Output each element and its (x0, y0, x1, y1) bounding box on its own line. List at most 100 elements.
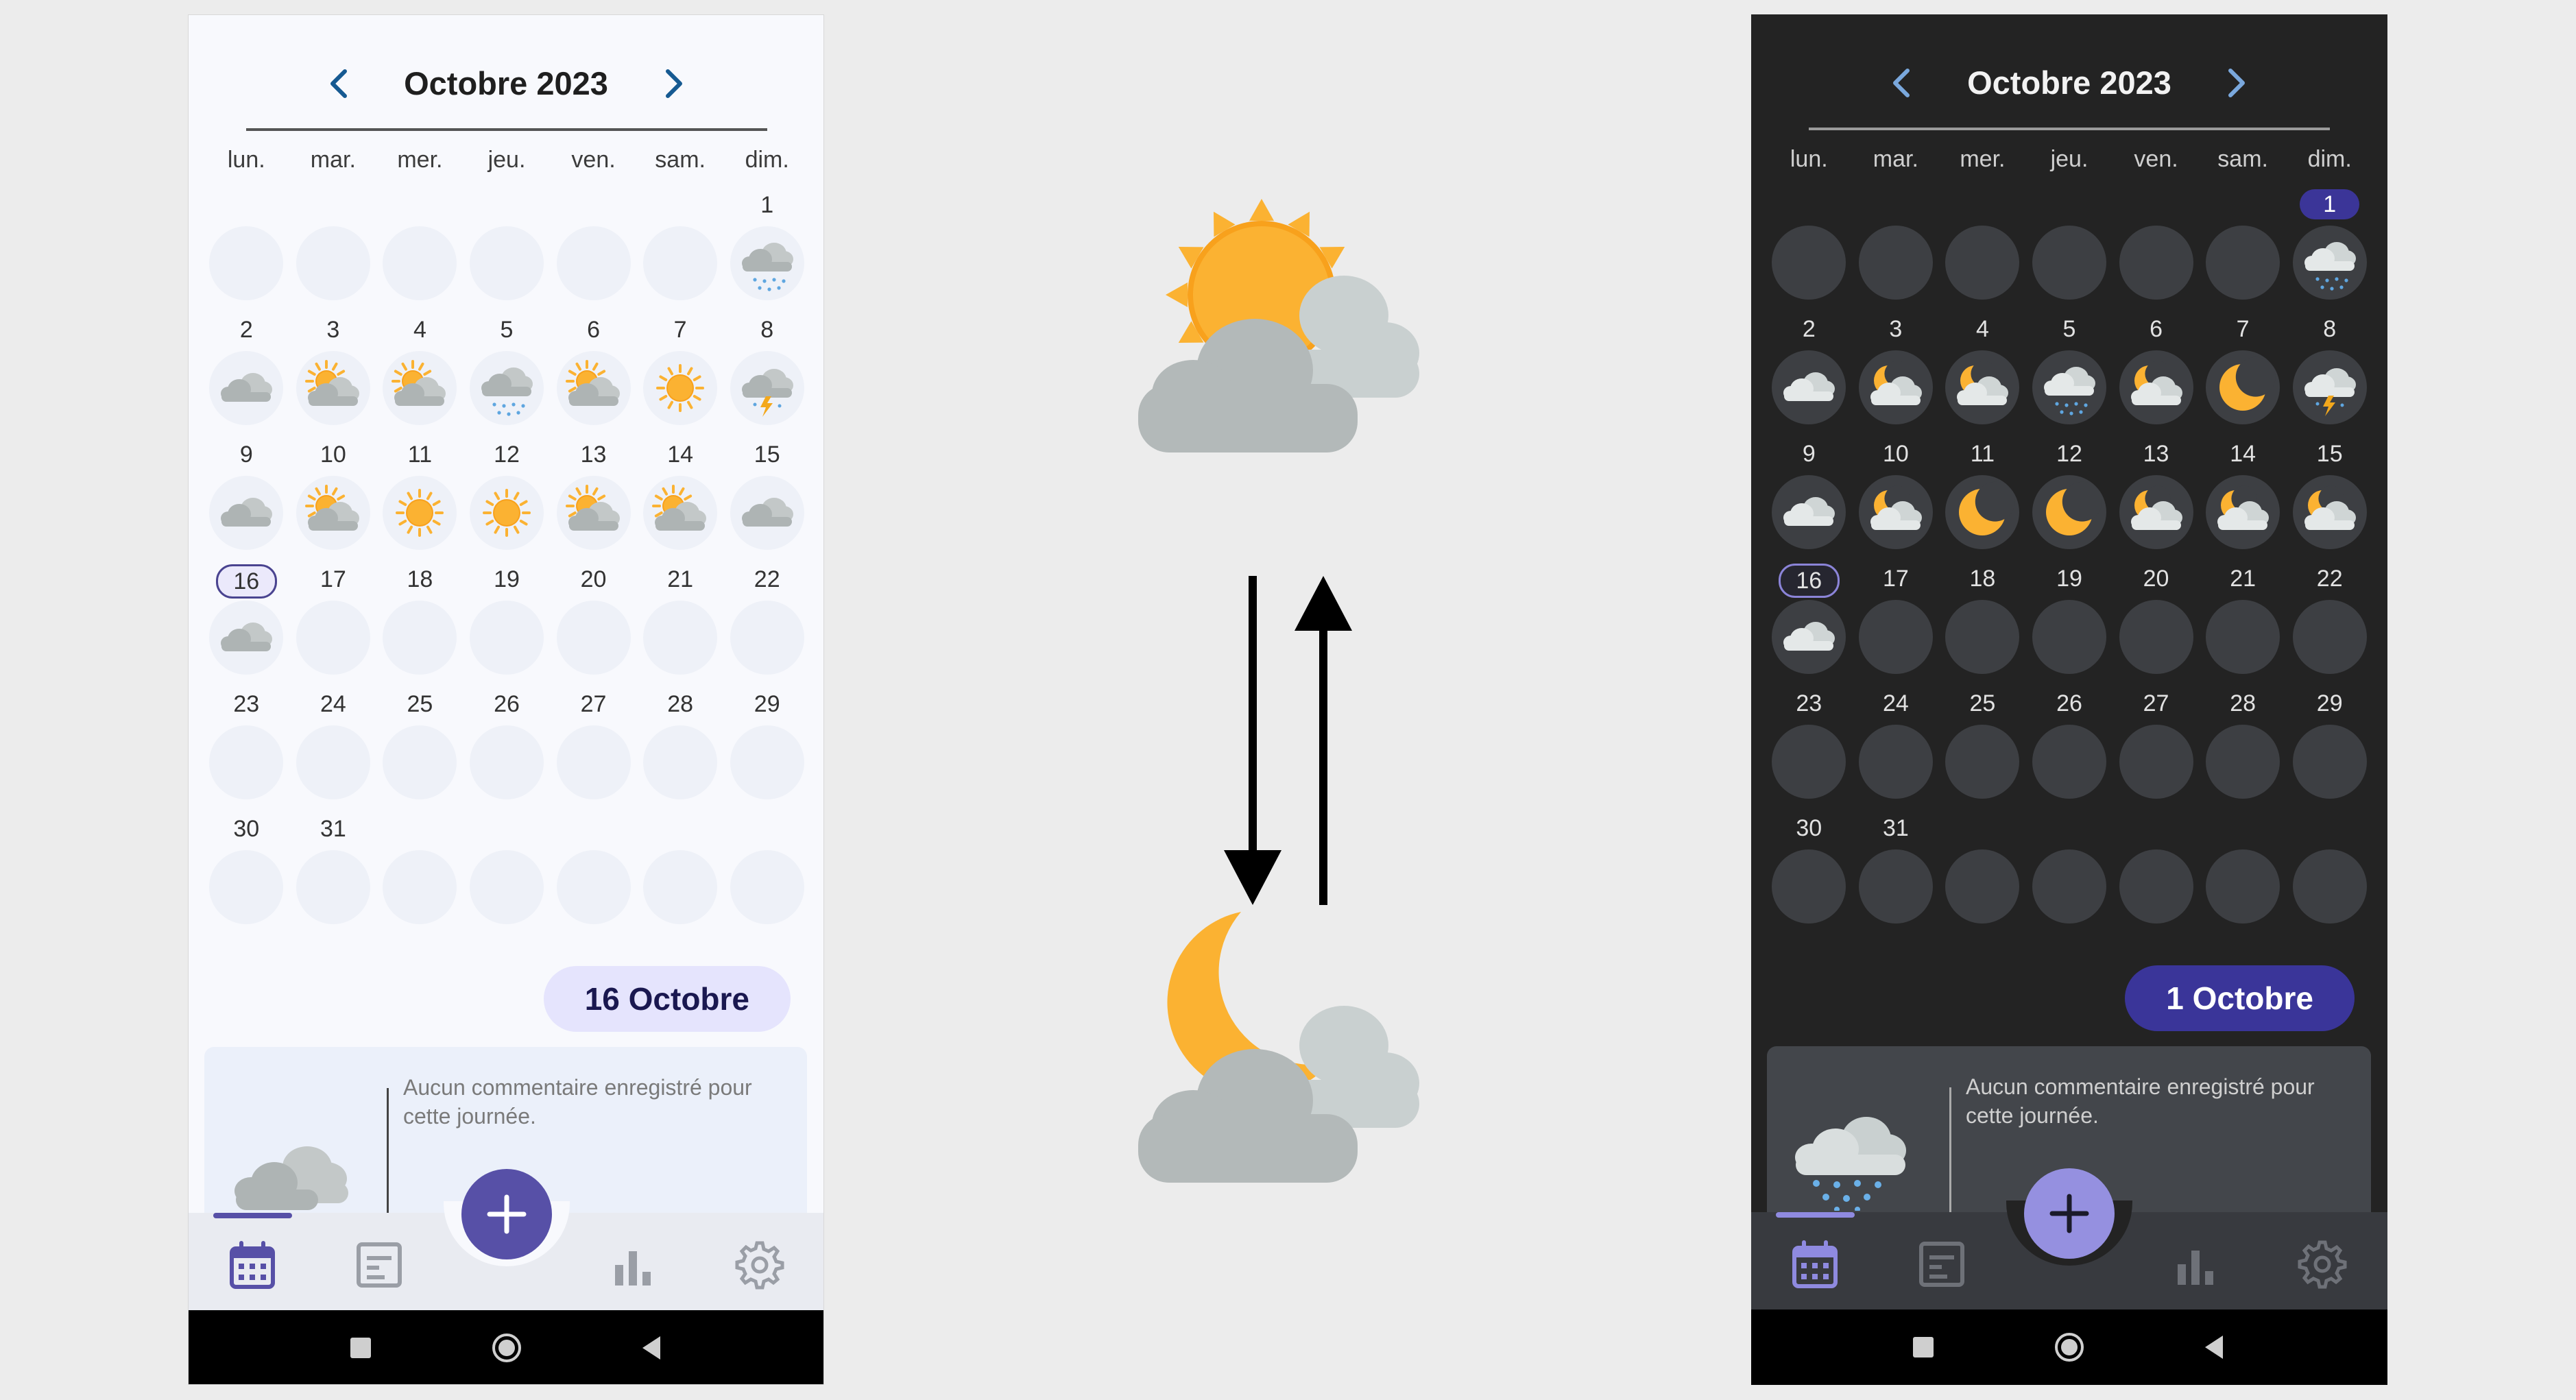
day-cell[interactable]: 5 (2026, 314, 2113, 439)
day-cell[interactable]: 31 (290, 814, 377, 939)
stats-tab[interactable] (2168, 1237, 2223, 1292)
day-cell[interactable]: 19 (464, 564, 551, 689)
calendar-tab[interactable] (1787, 1237, 1842, 1292)
day-cell[interactable]: 3 (290, 315, 377, 439)
partly-weather-icon (392, 360, 446, 406)
day-cell[interactable]: 20 (550, 564, 637, 689)
day-cell[interactable]: 18 (1939, 564, 2026, 688)
day-cell[interactable]: 6 (2112, 314, 2200, 439)
day-cell[interactable]: 30 (1766, 813, 1853, 938)
day-cell[interactable]: 24 (1853, 688, 1940, 813)
weather-slot (2119, 350, 2193, 424)
day-cell[interactable]: 22 (2286, 564, 2373, 688)
day-cell[interactable]: 26 (464, 689, 551, 814)
day-cell[interactable]: 23 (1766, 688, 1853, 813)
day-cell[interactable]: 2 (1766, 314, 1853, 439)
day-cell[interactable]: 10 (1853, 439, 1940, 564)
day-cell[interactable]: 5 (464, 315, 551, 439)
cloudy-weather-icon (1783, 497, 1835, 526)
day-cell[interactable]: 31 (1853, 813, 1940, 938)
home-button[interactable] (490, 1331, 524, 1365)
day-cell[interactable]: 1 (2286, 189, 2373, 314)
day-cell[interactable]: 28 (2200, 688, 2287, 813)
day-cell[interactable]: 23 (203, 689, 290, 814)
sun-weather-icon (1959, 481, 2016, 535)
back-button[interactable] (634, 1331, 669, 1365)
notes-tab[interactable] (1914, 1237, 1969, 1292)
day-cell[interactable]: 28 (637, 689, 724, 814)
day-cell[interactable]: 22 (723, 564, 810, 689)
day-cell[interactable]: 14 (2200, 439, 2287, 564)
day-cell[interactable]: 21 (2200, 564, 2287, 688)
day-cell[interactable]: 4 (1939, 314, 2026, 439)
back-button[interactable] (2197, 1330, 2231, 1364)
day-cell[interactable]: 3 (1853, 314, 1940, 439)
day-cell[interactable]: 6 (550, 315, 637, 439)
day-cell[interactable]: 30 (203, 814, 290, 939)
day-cell[interactable]: 20 (2112, 564, 2200, 688)
day-cell[interactable]: 16 (1766, 564, 1853, 688)
day-cell[interactable]: 1 (723, 190, 810, 315)
day-cell[interactable]: 21 (637, 564, 724, 689)
theme-switch-illustration (1124, 163, 1467, 1193)
day-number: 12 (494, 442, 520, 468)
phone-light-mode: Octobre 2023 lun. mar. mer. jeu. ven. sa… (188, 14, 824, 1385)
day-cell[interactable]: 12 (464, 439, 551, 564)
day-cell[interactable]: 4 (376, 315, 464, 439)
day-cell[interactable]: 29 (723, 689, 810, 814)
calendar-tab[interactable] (225, 1238, 280, 1292)
day-cell[interactable]: 25 (376, 689, 464, 814)
stats-tab[interactable] (605, 1238, 660, 1292)
settings-tab[interactable] (2295, 1237, 2350, 1292)
square-icon (1913, 1337, 1934, 1357)
recents-button[interactable] (344, 1331, 378, 1365)
settings-tab[interactable] (732, 1238, 787, 1292)
day-cell[interactable]: 11 (1939, 439, 2026, 564)
day-cell[interactable]: 18 (376, 564, 464, 689)
day-cell[interactable]: 9 (203, 439, 290, 564)
card-divider (1949, 1087, 1951, 1224)
day-cell[interactable]: 15 (2286, 439, 2373, 564)
day-number: 28 (667, 691, 694, 717)
day-cell[interactable]: 7 (2200, 314, 2287, 439)
selected-date-badge[interactable]: 16 Octobre (543, 966, 791, 1032)
day-cell[interactable]: 26 (2026, 688, 2113, 813)
day-cell[interactable]: 27 (2112, 688, 2200, 813)
day-cell[interactable]: 11 (376, 439, 464, 564)
day-cell[interactable]: 12 (2026, 439, 2113, 564)
notes-tab[interactable] (352, 1238, 407, 1292)
recents-button[interactable] (1906, 1330, 1940, 1364)
selected-date-badge[interactable]: 1 Octobre (2125, 965, 2355, 1031)
day-cell[interactable]: 13 (2112, 439, 2200, 564)
day-cell[interactable]: 17 (290, 564, 377, 689)
next-month-button[interactable] (2215, 62, 2256, 104)
day-number: 4 (413, 317, 426, 343)
day-number: 31 (320, 816, 346, 842)
day-cell[interactable]: 9 (1766, 439, 1853, 564)
day-cell[interactable]: 13 (550, 439, 637, 564)
partly-weather-icon (1870, 361, 1922, 405)
day-cell[interactable]: 27 (550, 689, 637, 814)
day-number: 26 (2056, 690, 2082, 716)
day-cell[interactable]: 17 (1853, 564, 1940, 688)
weather-slot (2206, 226, 2280, 300)
add-button[interactable] (2024, 1168, 2115, 1259)
home-button[interactable] (2052, 1330, 2086, 1364)
day-cell[interactable]: 8 (2286, 314, 2373, 439)
day-cell[interactable]: 16 (203, 564, 290, 689)
next-month-button[interactable] (653, 63, 694, 104)
day-cell[interactable]: 24 (290, 689, 377, 814)
day-cell[interactable]: 19 (2026, 564, 2113, 688)
add-button[interactable] (461, 1169, 552, 1259)
weather-slot (1945, 475, 2020, 549)
day-cell[interactable]: 8 (723, 315, 810, 439)
day-cell[interactable]: 10 (290, 439, 377, 564)
day-cell[interactable]: 25 (1939, 688, 2026, 813)
day-cell[interactable]: 2 (203, 315, 290, 439)
day-cell[interactable]: 14 (637, 439, 724, 564)
day-cell[interactable]: 7 (637, 315, 724, 439)
day-cell[interactable]: 29 (2286, 688, 2373, 813)
weather-slot (1772, 226, 1846, 300)
day-cell[interactable]: 15 (723, 439, 810, 564)
weather-slot (296, 850, 370, 924)
